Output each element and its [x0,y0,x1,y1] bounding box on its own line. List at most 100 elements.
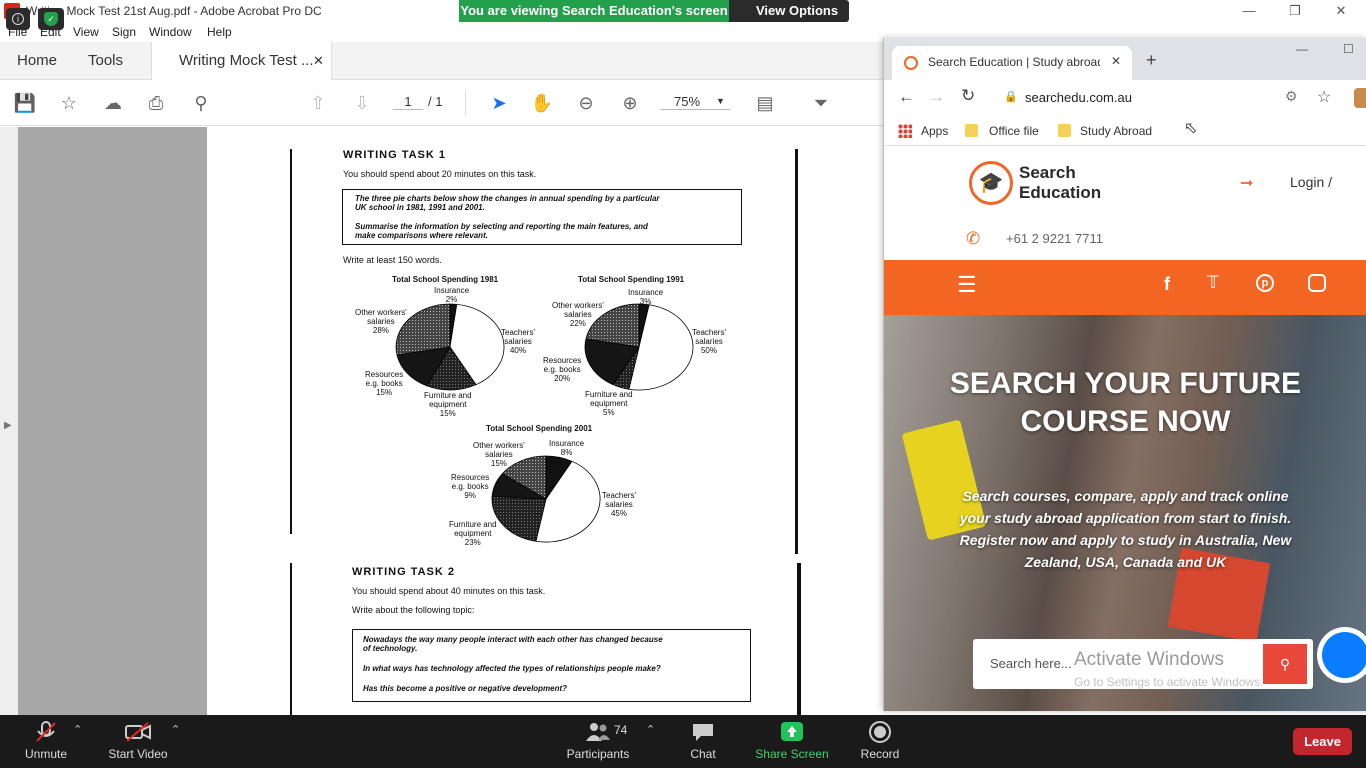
logo-text-1: Search [1019,163,1076,182]
task2-heading: WRITING TASK 2 [352,566,456,578]
c1-furniture-label: Furniture and equipment 15% [424,391,472,418]
zoom-out-icon[interactable]: ⊖ [573,90,599,116]
minimize-icon[interactable]: — [1296,42,1308,56]
maximize-icon[interactable]: ☐ [1343,42,1354,56]
unmute-button[interactable]: Unmute [20,721,72,761]
close-window-button[interactable]: ✕ [1318,0,1364,22]
hero-title: SEARCH YOUR FUTURE COURSE NOW [884,365,1366,441]
hamburger-menu-icon[interactable]: ☰ [957,272,977,298]
hero-title-line-1: SEARCH YOUR FUTURE [949,367,1302,400]
url-text: searchedu.com.au [1025,90,1132,105]
participant-count: 74 [614,723,628,737]
c1-insurance-label: Insurance 2% [434,286,470,304]
record-button[interactable]: Record [858,721,902,761]
browser-tabstrip: Search Education | Study abroad ✕ + — ☐ [884,38,1366,80]
participants-chevron-icon[interactable]: ⌃ [646,723,655,736]
page-number-input[interactable]: 1 [393,94,423,110]
menu-sign[interactable]: Sign [112,25,136,39]
pinterest-icon[interactable]: p [1256,274,1274,292]
print-icon[interactable]: ⎙ [143,90,169,116]
tab-document[interactable]: Writing Mock Test ... ✕ [151,42,332,81]
leave-label: Leave [1304,734,1341,749]
select-cursor-icon[interactable]: ➤ [486,90,512,116]
hand-tool-icon[interactable]: ✋ [529,90,555,116]
zoom-in-icon[interactable]: ⊕ [617,90,643,116]
apps-grid-icon[interactable] [898,124,912,138]
browser-tab[interactable]: Search Education | Study abroad ✕ [892,46,1132,80]
share-screen-button[interactable]: Share Screen [754,721,830,761]
twitter-icon[interactable]: 𝕋 [1207,273,1219,293]
lock-icon: 🔒 [1004,91,1018,103]
muted-microphone-icon [36,721,56,742]
chat-button[interactable]: Chat [684,721,722,761]
folder-icon [1058,124,1071,137]
page-border-right [795,149,798,554]
reload-icon[interactable]: ↻ [961,86,975,106]
bookmark-star-icon[interactable]: ☆ [56,90,82,116]
page-layout-icon[interactable]: ▤ [752,90,778,116]
task1-prompt-2: UK school in 1981, 1991 and 2001. [355,203,485,212]
bookmark-star-icon[interactable]: ☆ [1317,87,1331,107]
task2-prompt-4: Has this become a positive or negative d… [363,684,568,693]
extension-icon[interactable]: ⚙ [1285,88,1298,105]
close-tab-icon[interactable]: ✕ [1111,54,1121,68]
c1-resources-label: Resources e.g. books 15% [365,370,404,397]
next-page-icon[interactable]: ⇩ [349,90,375,116]
address-bar[interactable]: 🔒 searchedu.com.au ⚙ ☆ [992,84,1350,112]
forward-icon[interactable]: → [928,87,945,107]
watermark-activate: Activate Windows [1074,649,1224,670]
chat-icon [693,724,713,741]
search-zoom-icon[interactable]: ⚲ [188,90,214,116]
tab-home[interactable]: Home [17,42,57,80]
logo-text-2: Education [1019,183,1102,202]
hero-subtitle-line-1: Search courses, compare, apply and track… [962,488,1289,504]
expand-panel-icon[interactable]: ▶ [4,420,12,431]
mouse-cursor-icon: ⬁ [1184,120,1198,137]
tab-tools[interactable]: Tools [88,42,123,80]
hero-subtitle: Search courses, compare, apply and track… [884,485,1366,573]
graduation-cap-icon: 🎓 [969,161,1013,205]
site-logo[interactable]: 🎓 Search Education [969,161,1109,207]
messenger-bubble [1322,632,1366,678]
site-search-button[interactable]: ⚲ [1263,644,1307,684]
bookmark-apps[interactable]: Apps [921,124,948,138]
start-video-button[interactable]: Start Video [104,721,172,761]
profile-avatar[interactable] [1354,88,1366,108]
participants-label: Participants [566,747,630,761]
document-view: ▶ WRITING TASK 1 You should spend about … [0,127,882,715]
menu-window[interactable]: Window [149,25,192,39]
hero-subtitle-line-4: Zealand, USA, Canada and UK [1024,554,1227,570]
c1-other-label: Other workers' salaries 28% [355,308,407,335]
zoom-level-select[interactable]: 75% ▼ [660,94,730,110]
task2-prompt-3: In what ways has technology affected the… [363,664,661,673]
restore-button[interactable]: ❐ [1272,0,1318,22]
messenger-icon[interactable] [1317,627,1366,683]
video-options-chevron-icon[interactable]: ⌃ [171,723,180,736]
scroll-mode-icon[interactable]: ⏷ [808,90,834,116]
cloud-upload-icon[interactable]: ☁ [100,90,126,116]
menu-help[interactable]: Help [207,25,232,39]
instagram-icon[interactable] [1308,274,1326,292]
leave-meeting-button[interactable]: Leave [1293,728,1352,755]
view-options-button[interactable]: View Options ⌄ [729,0,849,39]
back-icon[interactable]: ← [898,87,915,107]
close-tab-icon[interactable]: ✕ [313,42,324,80]
task2-topic: Write about the following topic: [352,605,475,615]
menu-view[interactable]: View [73,25,99,39]
previous-page-icon[interactable]: ⇧ [305,90,331,116]
new-tab-icon[interactable]: + [1146,50,1157,71]
toolbar-divider [465,90,466,116]
facebook-icon[interactable]: f [1164,274,1170,295]
save-icon[interactable]: 💾 [12,90,38,116]
audio-options-chevron-icon[interactable]: ⌃ [73,723,82,736]
bookmark-office-file[interactable]: Office file [989,124,1039,138]
zoom-security-shield-icon[interactable]: ✓ [38,8,64,30]
c2-other-label: Other workers' salaries 22% [552,301,604,328]
minimize-button[interactable]: — [1226,0,1272,22]
chart-1981-title: Total School Spending 1981 [392,275,499,284]
bookmarks-bar: Apps Office file Study Abroad ⬁ [884,116,1366,146]
phone-number[interactable]: +61 2 9221 7711 [1006,231,1103,246]
bookmark-study-abroad[interactable]: Study Abroad [1080,124,1152,138]
site-search-input[interactable]: Search here... [990,656,1072,671]
zoom-info-icon[interactable]: i [6,8,30,30]
